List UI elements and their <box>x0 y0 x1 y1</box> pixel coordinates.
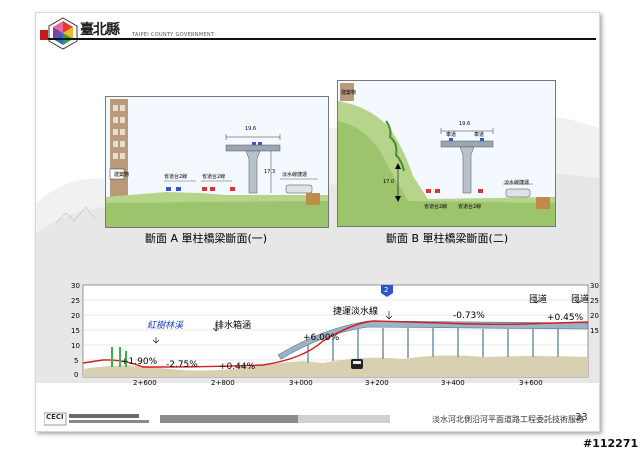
section-a-caption: 斷面 A 單柱橋梁斷面(一) <box>145 232 268 245</box>
lane-label-2: 車道 <box>474 132 485 138</box>
y-tick: 0 <box>74 371 79 379</box>
y-tick-right: 30 <box>590 282 599 290</box>
logo-script: 臺北縣 <box>80 22 120 38</box>
image-id-stamp: #112271 <box>583 437 639 450</box>
grade-label: +6.00% <box>303 333 340 343</box>
road-label-mid: 省道台2線 <box>458 204 482 210</box>
section-a-panel: 建築物 19.6 省道台2線 省道台2線 淡水線捷運 17.3 <box>105 96 329 228</box>
longitudinal-profile: 30 25 20 15 10 5 0 30 25 20 15 2+600 2+8… <box>63 282 599 389</box>
station-label: 3+200 <box>365 379 389 387</box>
marker-number: 2 <box>384 286 389 294</box>
section-b-panel: 建築物 19.6 車道 車道 17.0 省道台2線 省道台2線 淡水線捷運 <box>337 80 556 227</box>
station-label: 3+000 <box>289 379 313 387</box>
y-tick: 5 <box>74 357 79 365</box>
road-label-left: 省道台2線 <box>164 174 188 180</box>
y-tick-right: 15 <box>590 327 599 335</box>
grade-label: +1.90% <box>121 357 158 367</box>
building-label: 建築物 <box>341 90 357 96</box>
road-label-left: 省道台2線 <box>424 204 448 210</box>
county-logo-icon <box>48 17 78 50</box>
footer-bar-light <box>298 415 390 423</box>
station-label: 2+800 <box>211 379 235 387</box>
feature-label-river: 紅樹林溪 <box>147 321 184 331</box>
grade-label: +0.44% <box>219 362 256 372</box>
station-label: 3+400 <box>441 379 465 387</box>
feature-label-mrt: 捷運淡水線 <box>333 307 379 317</box>
feature-label-ramp: 匝道 <box>529 295 548 305</box>
height-label: 17.0 <box>383 179 395 185</box>
building-label: 建築物 <box>114 172 130 178</box>
org-logo-text: CECI <box>46 413 64 421</box>
y-tick-right: 25 <box>590 297 599 305</box>
y-tick: 20 <box>71 312 80 320</box>
mrt-label: 淡水線捷運 <box>504 180 530 186</box>
y-tick: 30 <box>71 282 80 290</box>
grade-label: -2.75% <box>166 360 198 370</box>
feature-label-culvert: 排水箱涵 <box>215 321 252 331</box>
grade-label: +0.45% <box>547 313 584 323</box>
station-label: 2+600 <box>133 379 157 387</box>
width-label: 19.6 <box>245 126 257 132</box>
y-tick-right: 20 <box>590 312 599 320</box>
lane-label-1: 車道 <box>446 132 457 138</box>
pier-height-label: 17.3 <box>264 169 276 175</box>
y-tick: 15 <box>71 327 80 335</box>
station-label: 3+600 <box>519 379 543 387</box>
mrt-label: 淡水線捷運 <box>282 172 308 178</box>
project-title: 淡水河北側沿河平面道路工程委託技術服務 <box>432 415 584 424</box>
grade-label: -0.73% <box>453 311 485 321</box>
width-label: 19.6 <box>459 121 471 127</box>
y-tick: 10 <box>71 342 80 350</box>
footer-bar <box>160 415 298 423</box>
y-tick: 25 <box>71 297 80 305</box>
page-number: 33 <box>575 412 588 423</box>
feature-label-ramp: 匝道 <box>571 295 590 305</box>
road-label-mid: 省道台2線 <box>202 174 226 180</box>
section-a-drawing <box>106 97 328 227</box>
section-b-caption: 斷面 B 單柱橋梁斷面(二) <box>386 232 509 245</box>
header-divider <box>48 38 596 40</box>
slide: 臺北縣 TAIPEI COUNTY GOVERNMENT 建築物 19.6 省道… <box>35 12 600 432</box>
